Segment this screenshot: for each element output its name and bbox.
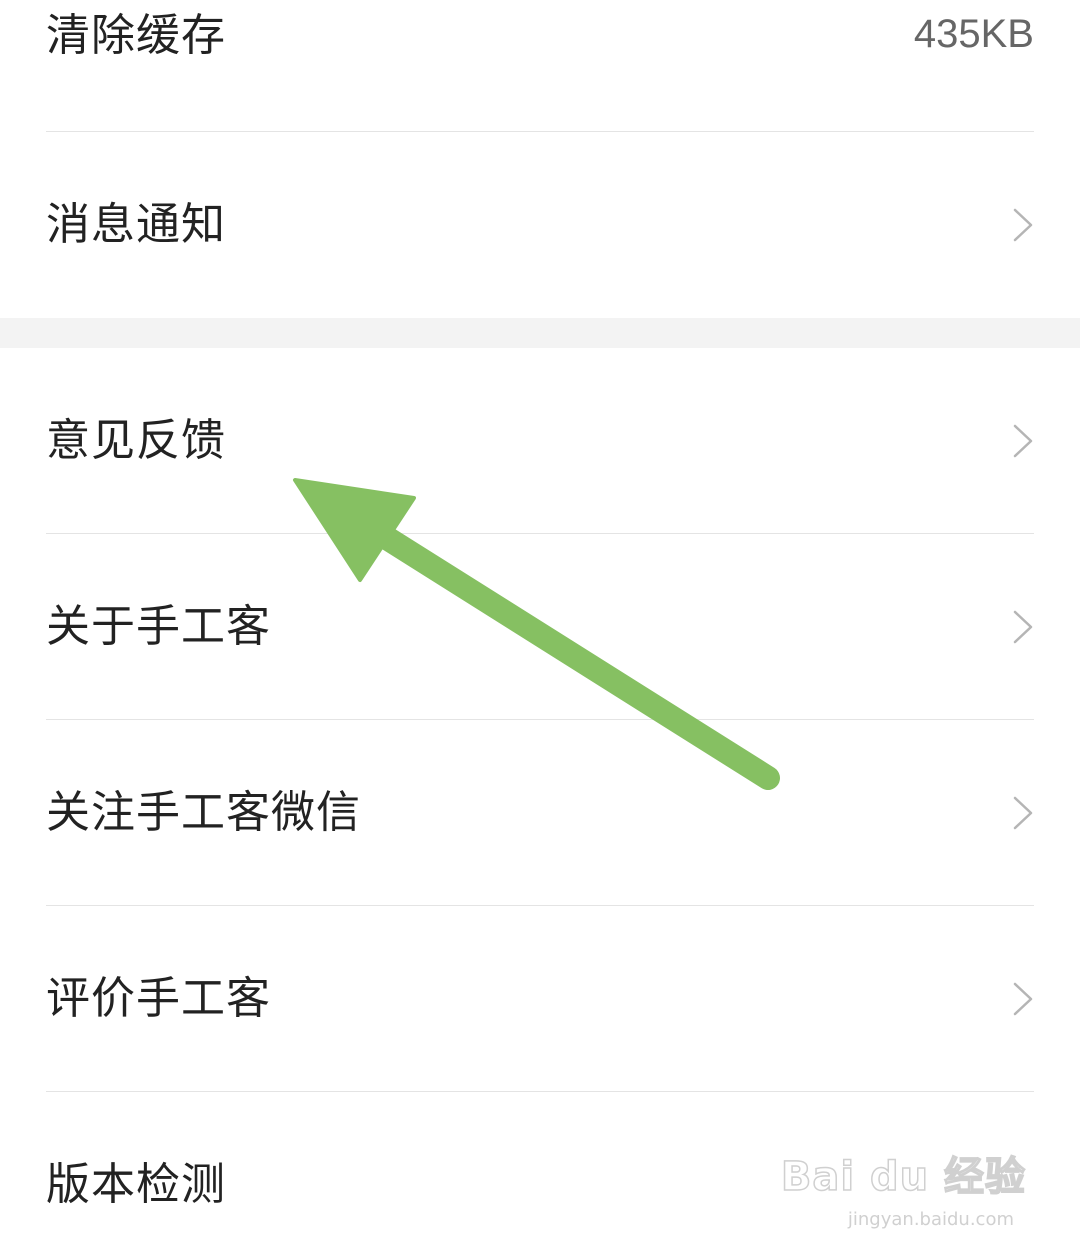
clear-cache-row[interactable]: 清除缓存 435KB [46,0,1034,132]
section-divider [0,318,1080,348]
notifications-label: 消息通知 [46,199,226,250]
watermark-url: jingyan.baidu.com [847,1209,1014,1230]
version-check-label: 版本检测 [46,1159,226,1210]
notifications-row[interactable]: 消息通知 [46,132,1034,318]
follow-wechat-label: 关注手工客微信 [46,786,361,838]
rate-app-label: 评价手工客 [46,972,271,1024]
watermark-brand: Bai du 经验 [780,1153,1026,1201]
chevron-right-icon [1012,981,1034,1017]
follow-wechat-row[interactable]: 关注手工客微信 [46,720,1034,906]
cache-size-value: 435KB [913,12,1034,56]
chevron-right-icon [1012,423,1034,459]
baidu-jingyan-watermark: Bai du 经验 jingyan.baidu.com [780,1134,1026,1234]
rate-app-row[interactable]: 评价手工客 [46,906,1034,1092]
chevron-right-icon [1012,207,1034,243]
feedback-row[interactable]: 意见反馈 [46,348,1034,534]
chevron-right-icon [1012,609,1034,645]
chevron-right-icon [1012,795,1034,831]
about-label: 关于手工客 [46,600,271,652]
about-row[interactable]: 关于手工客 [46,534,1034,720]
clear-cache-label: 清除缓存 [46,10,226,61]
settings-group-1: 清除缓存 435KB 消息通知 [0,0,1080,318]
settings-group-2: 意见反馈 关于手工客 关注手工客微信 评价手工客 版本检测 [0,348,1080,1252]
feedback-label: 意见反馈 [46,414,226,466]
